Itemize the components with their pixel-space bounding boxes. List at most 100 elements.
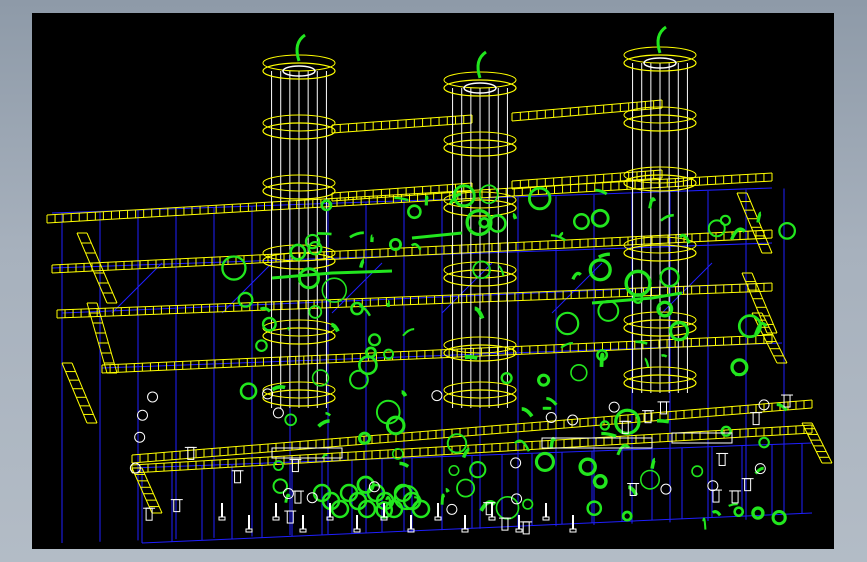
pipe-run [474,306,485,320]
pipe-elbow [364,346,377,359]
beam [141,512,813,544]
pipe-run [359,258,365,268]
pipe-run [549,436,556,449]
pipe-elbow [478,216,491,229]
flange [272,407,284,419]
pipe-rack-rail-1 [331,122,473,134]
pipe-elbow [555,311,580,336]
pipe-run [730,227,747,241]
pipe-elbow [691,465,704,478]
instrument-base [434,516,442,521]
pipe-elbow [537,373,551,387]
pipe-elbow [751,506,765,520]
valve-body [291,459,299,473]
ground-platform-rail [101,334,773,366]
flange [446,503,458,515]
pipe-elbow [448,465,460,477]
instrument-base [272,516,280,521]
pipe-elbow [758,436,770,449]
pipe-elbow [640,469,661,490]
pipe-elbow [668,321,690,342]
instrument-base [299,528,307,533]
pipe-elbow [733,506,745,518]
cad-viewport[interactable] [32,13,834,549]
pipe-elbow [778,221,796,240]
flange [660,483,672,495]
plant-3d-wireframe [46,25,833,544]
flange [134,431,146,443]
pipe-run [445,487,450,493]
white-fittings [129,388,794,535]
brace [111,262,163,314]
pipe-elbow [621,510,633,522]
deck-rail-back [131,407,813,464]
pipe-run [464,354,478,361]
pipe-run [271,385,286,392]
instrument-base [245,528,253,533]
instrument-base [461,528,469,533]
valve-body [718,452,726,466]
pipe-elbow [771,509,787,526]
pipe-run [660,213,674,222]
pipe-elbow [624,269,652,297]
flange [147,391,159,403]
pipe-elbow [578,457,597,476]
pipe-elbow [349,369,369,390]
pipe-elbow [592,473,608,489]
pipe-run [560,342,573,349]
pipe-run [325,411,332,417]
pipe-elbow [237,291,254,308]
pipe-run [558,231,564,238]
pipe-elbow [572,213,590,230]
pipe-elbow [297,267,321,290]
valve-body [522,521,530,535]
ground-platform-rail [101,342,773,374]
pipe-run [521,407,534,418]
pipe-elbow [289,243,307,261]
valve-body [294,490,302,504]
flange [707,480,719,492]
valve-body [173,499,181,513]
tower-top-nozzle [656,25,667,54]
pipe-run [402,328,415,337]
pipe-run [601,431,617,438]
valve-body [752,412,760,426]
pipe-run [644,357,650,368]
pipe-elbow [522,498,534,510]
pipe-elbow [500,371,513,385]
pipe-run [512,212,518,220]
pipe-run [571,271,582,280]
valve-body [712,489,720,503]
pipe-elbow [357,431,372,445]
valve-body [731,490,739,504]
pipe-elbow [308,304,323,319]
pipe-run [656,419,670,424]
pipe-run [597,252,610,259]
pipe-elbow [590,208,610,228]
pipe-run [550,234,567,242]
valve-body [234,470,242,484]
pipe-run [440,493,445,505]
pipe-run [259,306,272,313]
pipe-elbow [261,316,277,332]
flange [431,390,443,402]
pipe-run [331,322,340,333]
instrument-base [218,516,226,521]
pipe-run [756,211,762,223]
pipe-elbow [599,420,611,431]
pipe-run [728,502,738,507]
pipe-run [424,195,429,206]
pipe-run [317,232,332,236]
pipe-run [702,517,707,530]
tower-top-nozzle [295,33,306,62]
instrument-base [542,516,550,521]
pipe-elbow [284,413,297,427]
pipe-run [648,197,657,209]
flange [136,409,148,421]
pipe-run [370,234,375,243]
pipe-run [546,397,558,406]
pipe-elbow [707,219,726,238]
flange [510,457,522,469]
pipe-elbow [588,258,612,282]
pipe-run [711,510,722,517]
